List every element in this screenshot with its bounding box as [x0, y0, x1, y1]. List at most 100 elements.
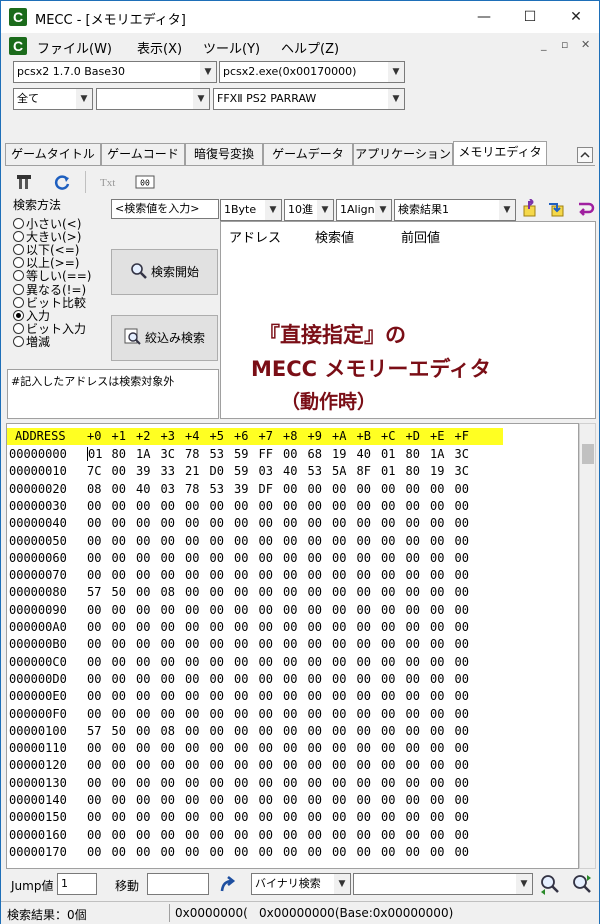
- hex-byte-cell[interactable]: 00: [210, 758, 232, 772]
- hex-byte-cell[interactable]: 00: [234, 758, 256, 772]
- hex-byte-cell[interactable]: DF: [259, 482, 281, 496]
- search-start-button[interactable]: 検索開始: [111, 249, 218, 295]
- hex-byte-cell[interactable]: 80: [112, 447, 134, 461]
- hex-byte-cell[interactable]: 00: [455, 810, 477, 824]
- hex-byte-cell[interactable]: 00: [185, 585, 207, 599]
- emulator-select[interactable]: pcsx2 1.7.0 Base30 ▼: [13, 61, 217, 83]
- hex-byte-cell[interactable]: 00: [87, 603, 109, 617]
- hex-byte-cell[interactable]: 00: [430, 793, 452, 807]
- hex-byte-cell[interactable]: 00: [308, 620, 330, 634]
- hex-byte-cell[interactable]: 00: [112, 534, 134, 548]
- hex-byte-cell[interactable]: 00: [455, 758, 477, 772]
- hex-byte-cell[interactable]: 00: [332, 568, 354, 582]
- hex-byte-cell[interactable]: 00: [136, 568, 158, 582]
- hex-byte-cell[interactable]: 78: [185, 447, 207, 461]
- hex-byte-cell[interactable]: 00: [161, 793, 183, 807]
- hex-byte-cell[interactable]: 00: [357, 776, 379, 790]
- tab-game-title[interactable]: ゲームタイトル: [5, 143, 101, 165]
- hex-byte-cell[interactable]: 3C: [161, 447, 183, 461]
- hex-byte-cell[interactable]: 19: [430, 464, 452, 478]
- hex-byte-cell[interactable]: 00: [87, 758, 109, 772]
- hex-byte-cell[interactable]: 00: [259, 585, 281, 599]
- hex-byte-cell[interactable]: 57: [87, 724, 109, 738]
- hex-byte-cell[interactable]: 00: [210, 655, 232, 669]
- search-method-option[interactable]: 大きい(>): [13, 230, 81, 244]
- hex-byte-cell[interactable]: 00: [234, 603, 256, 617]
- hex-byte-cell[interactable]: 00: [136, 672, 158, 686]
- hex-byte-cell[interactable]: 00: [210, 707, 232, 721]
- hex-byte-cell[interactable]: 00: [381, 655, 403, 669]
- hex-byte-cell[interactable]: 00: [259, 534, 281, 548]
- tab-application[interactable]: アプリケーション: [353, 143, 453, 165]
- hex-byte-cell[interactable]: 00: [259, 655, 281, 669]
- hex-byte-cell[interactable]: 00: [357, 655, 379, 669]
- hex-byte-cell[interactable]: 00: [455, 689, 477, 703]
- hex-byte-cell[interactable]: 00: [381, 793, 403, 807]
- hex-byte-cell[interactable]: 00: [332, 689, 354, 703]
- hex-byte-cell[interactable]: 00: [381, 516, 403, 530]
- hex-byte-cell[interactable]: 00: [259, 620, 281, 634]
- hex-byte-cell[interactable]: 00: [210, 672, 232, 686]
- hex-byte-cell[interactable]: 00: [455, 516, 477, 530]
- menu-help[interactable]: ヘルプ(Z): [281, 38, 339, 57]
- hex-byte-cell[interactable]: 00: [283, 689, 305, 703]
- hex-byte-cell[interactable]: 00: [406, 828, 428, 842]
- hex-byte-cell[interactable]: 00: [406, 620, 428, 634]
- hex-byte-cell[interactable]: 00: [455, 724, 477, 738]
- hex-byte-cell[interactable]: 00: [259, 568, 281, 582]
- hex-byte-cell[interactable]: 00: [161, 620, 183, 634]
- hex-byte-cell[interactable]: 00: [185, 793, 207, 807]
- hex-byte-cell[interactable]: 00: [185, 741, 207, 755]
- hex-byte-cell[interactable]: 00: [406, 707, 428, 721]
- hex-byte-cell[interactable]: 00: [136, 828, 158, 842]
- hex-byte-cell[interactable]: 00: [234, 793, 256, 807]
- results-col-address[interactable]: アドレス: [229, 227, 281, 246]
- hex-byte-cell[interactable]: 00: [112, 603, 134, 617]
- hex-byte-cell[interactable]: 00: [406, 585, 428, 599]
- hex-byte-cell[interactable]: 00: [430, 620, 452, 634]
- hex-byte-cell[interactable]: 01: [381, 447, 403, 461]
- hex-byte-cell[interactable]: 00: [455, 637, 477, 651]
- hex-byte-cell[interactable]: 00: [259, 689, 281, 703]
- hex-byte-cell[interactable]: 5A: [332, 464, 354, 478]
- hex-byte-cell[interactable]: 00: [332, 758, 354, 772]
- hex-byte-cell[interactable]: 3C: [455, 447, 477, 461]
- game-select[interactable]: FFXⅡ PS2 PARRAW ▼: [213, 88, 405, 110]
- hex-byte-cell[interactable]: 00: [357, 516, 379, 530]
- menu-view[interactable]: 表示(X): [137, 38, 182, 57]
- hex-byte-cell[interactable]: 00: [136, 845, 158, 859]
- hex-byte-cell[interactable]: 00: [161, 672, 183, 686]
- hex-byte-cell[interactable]: 00: [381, 741, 403, 755]
- hex-byte-cell[interactable]: 00: [259, 810, 281, 824]
- hex-byte-cell[interactable]: 00: [308, 810, 330, 824]
- hex-byte-cell[interactable]: 00: [234, 845, 256, 859]
- hex-byte-cell[interactable]: 01: [381, 464, 403, 478]
- hex-byte-cell[interactable]: 00: [161, 603, 183, 617]
- hex-byte-cell[interactable]: 00: [136, 724, 158, 738]
- hex-byte-cell[interactable]: 00: [259, 516, 281, 530]
- hex-byte-cell[interactable]: 00: [308, 551, 330, 565]
- menu-file[interactable]: ファイル(W): [37, 38, 112, 57]
- hex-byte-cell[interactable]: 00: [430, 828, 452, 842]
- binary-search-input[interactable]: ▼: [353, 873, 533, 895]
- hex-byte-cell[interactable]: 00: [210, 810, 232, 824]
- hex-byte-cell[interactable]: 00: [430, 758, 452, 772]
- hex-byte-cell[interactable]: 00: [357, 534, 379, 548]
- hex-byte-cell[interactable]: 00: [406, 637, 428, 651]
- hex-byte-cell[interactable]: 00: [283, 482, 305, 496]
- import-icon[interactable]: [547, 199, 567, 219]
- hex-byte-cell[interactable]: 00: [455, 776, 477, 790]
- hex-byte-cell[interactable]: 00: [161, 655, 183, 669]
- hex-byte-cell[interactable]: 7C: [87, 464, 109, 478]
- hex-byte-cell[interactable]: 00: [381, 482, 403, 496]
- hex-byte-cell[interactable]: 00: [87, 534, 109, 548]
- hex-byte-cell[interactable]: 00: [136, 620, 158, 634]
- hex-byte-cell[interactable]: 00: [455, 828, 477, 842]
- hex-byte-cell[interactable]: 00: [406, 482, 428, 496]
- hex-byte-cell[interactable]: 00: [161, 551, 183, 565]
- hex-byte-cell[interactable]: 00: [161, 810, 183, 824]
- hex-byte-cell[interactable]: 00: [406, 776, 428, 790]
- hex-byte-cell[interactable]: 00: [430, 689, 452, 703]
- hex-byte-cell[interactable]: 00: [112, 758, 134, 772]
- hex-byte-cell[interactable]: 00: [87, 516, 109, 530]
